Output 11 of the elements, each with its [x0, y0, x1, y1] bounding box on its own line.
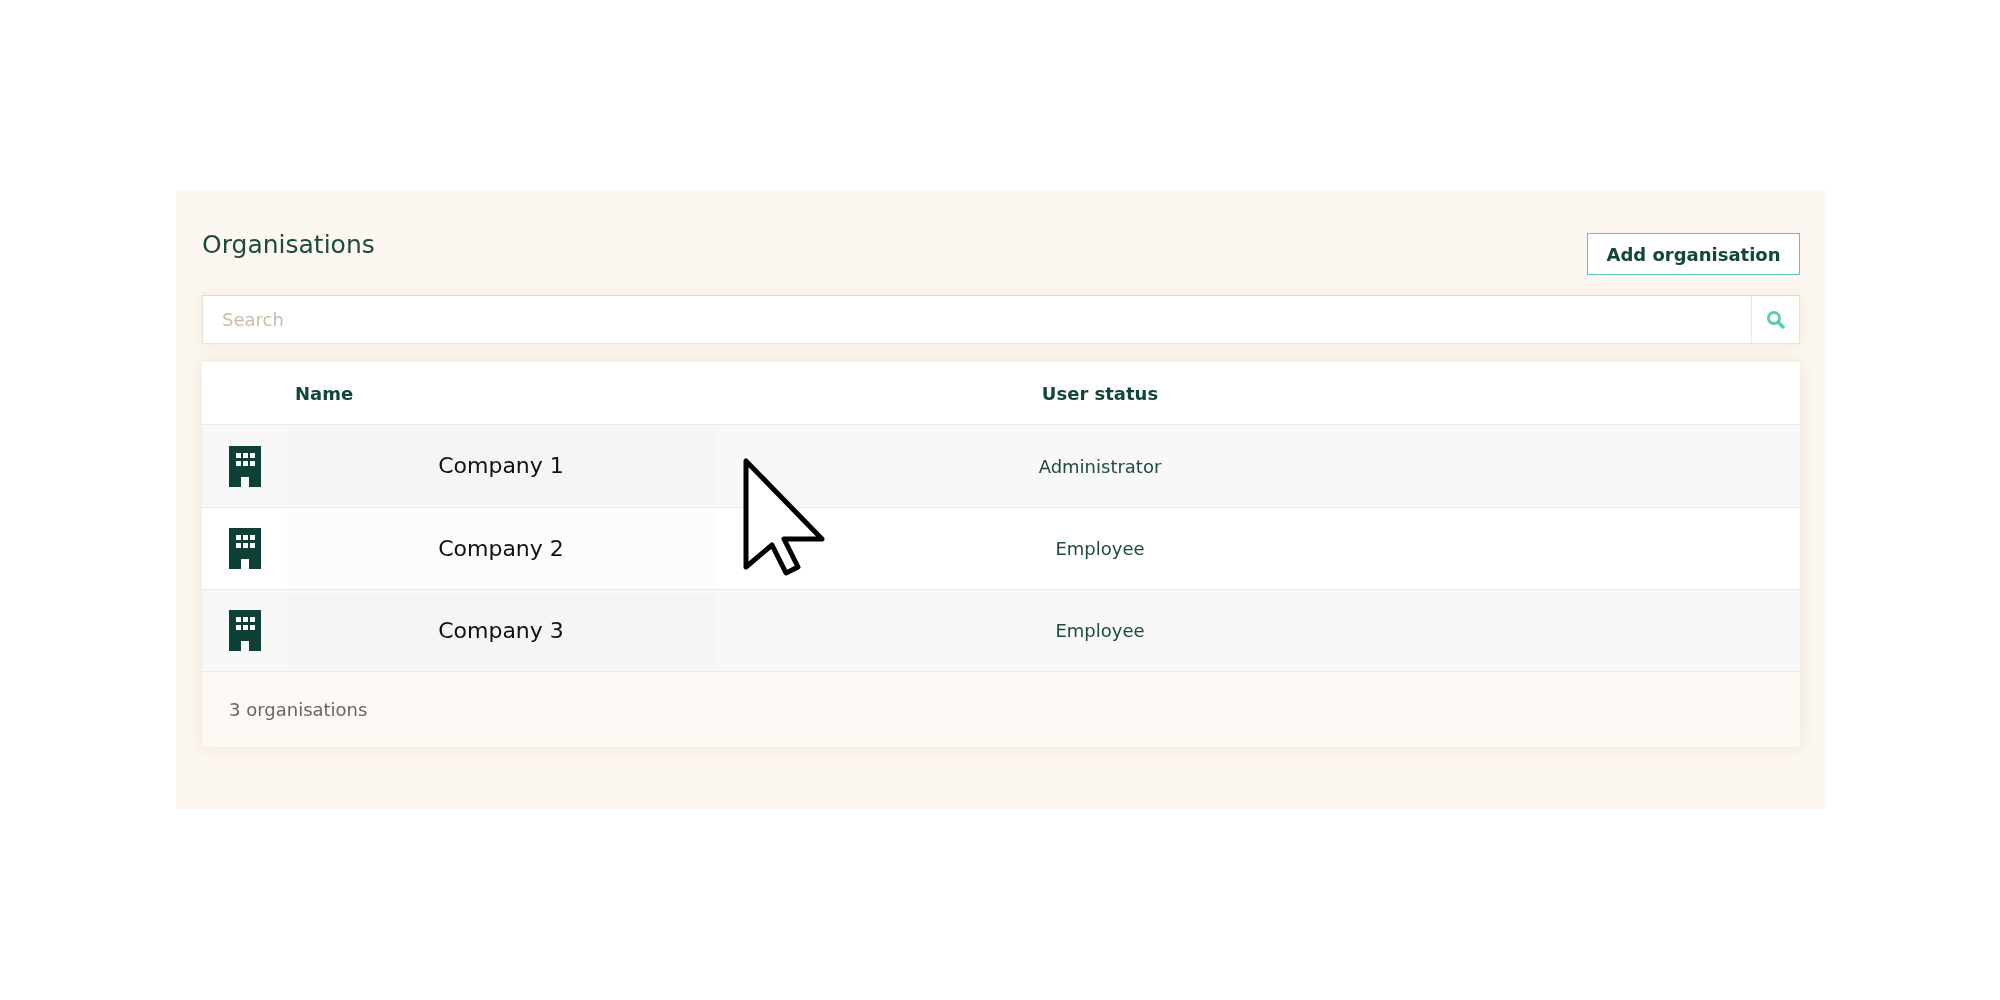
building-icon	[228, 528, 261, 569]
building-icon	[228, 445, 261, 487]
building-icon	[228, 610, 261, 651]
add-organisation-button[interactable]: Add organisation	[1587, 233, 1800, 275]
column-header: User status	[1040, 382, 1160, 404]
user-status: Administrator	[1037, 455, 1163, 477]
panel-title: Organisations	[202, 230, 375, 259]
user-status: Employee	[1054, 538, 1146, 559]
user-status: Employee	[1054, 620, 1146, 641]
column-header: Name	[294, 382, 355, 404]
organisation-count: 3 organisations	[229, 699, 368, 720]
